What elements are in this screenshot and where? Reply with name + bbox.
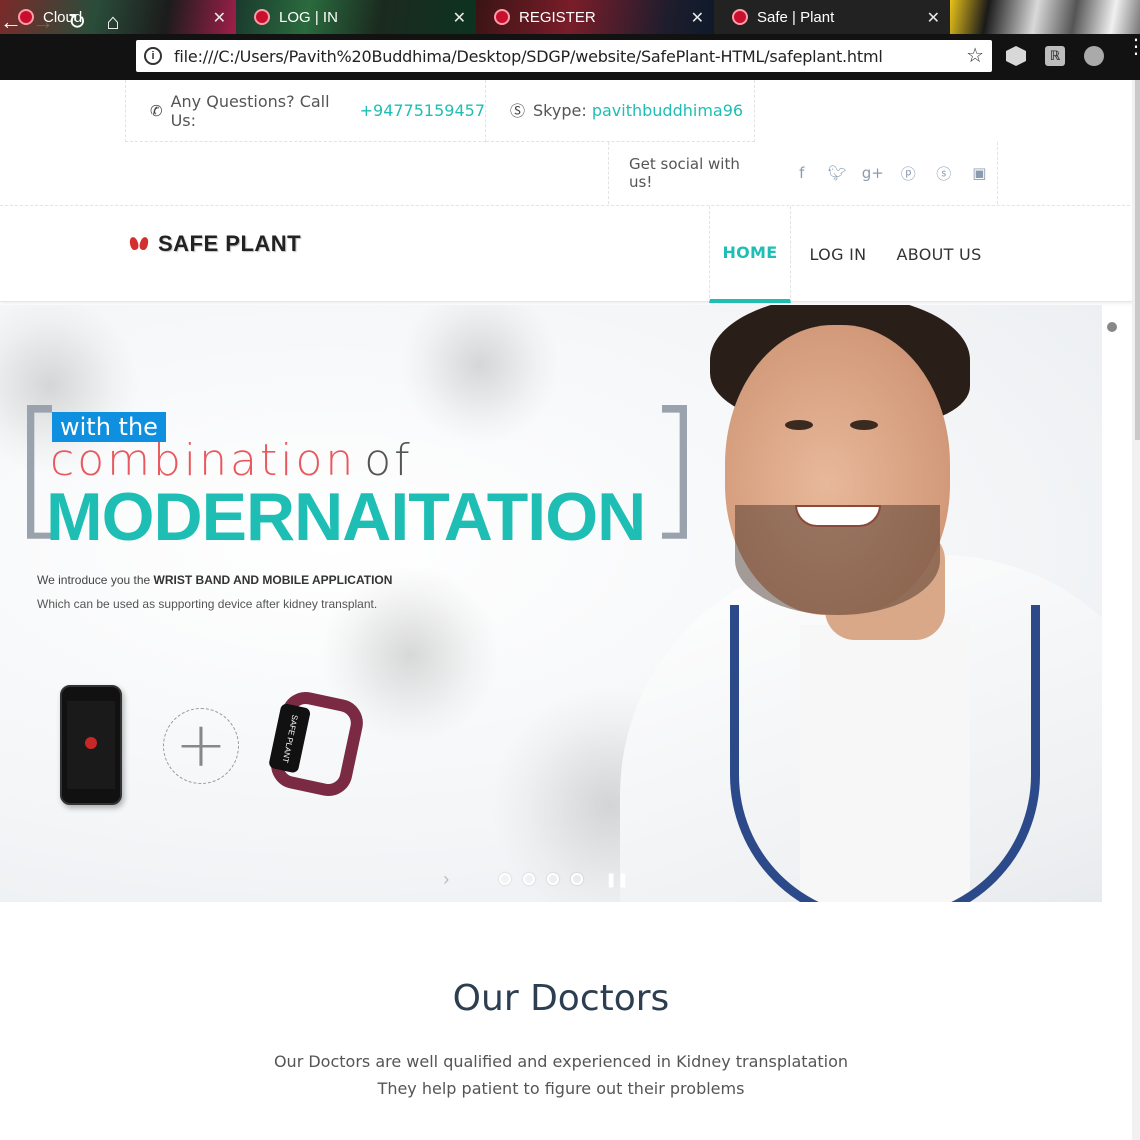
extension-icon[interactable]: ℝ xyxy=(1045,46,1065,66)
stethoscope xyxy=(730,605,1040,902)
tab-safe-plant[interactable]: Safe | Plant ✕ xyxy=(714,0,950,34)
info-icon[interactable]: i xyxy=(144,47,162,65)
main-navigation: SAFE PLANT HOME LOG IN ABOUT US xyxy=(0,205,1140,303)
menu-dots-icon[interactable]: ⋮ xyxy=(1126,37,1140,57)
side-nav-dot[interactable] xyxy=(1107,322,1117,332)
social-label: Get social with us! xyxy=(629,155,740,191)
close-icon[interactable]: ✕ xyxy=(213,8,226,28)
pinterest-icon[interactable]: ⓟ xyxy=(891,163,927,184)
scrollbar-thumb[interactable] xyxy=(1135,80,1140,440)
hero-slider[interactable]: [ ] with the combination of MODERNAITATIO… xyxy=(0,305,1102,902)
slider-pagination: › ❚❚ xyxy=(0,869,1102,889)
contact-bar: ✆ Any Questions? Call Us: +94775159457 Ⓢ… xyxy=(125,80,755,142)
back-arrow-icon[interactable]: ← xyxy=(0,9,24,35)
tab-login[interactable]: LOG | IN ✕ xyxy=(236,0,476,34)
site-logo[interactable]: SAFE PLANT xyxy=(128,231,301,257)
slider-dot[interactable] xyxy=(571,873,584,885)
slider-dot[interactable] xyxy=(523,873,536,885)
nav-item-login[interactable]: LOG IN xyxy=(791,206,885,303)
close-icon[interactable]: ✕ xyxy=(927,8,940,28)
nav-menu: HOME LOG IN ABOUT US xyxy=(709,206,993,303)
question-label: Any Questions? Call Us: xyxy=(170,91,330,130)
decor-blob xyxy=(400,305,560,445)
favicon-icon xyxy=(254,9,270,25)
address-bar[interactable]: i file:///C:/Users/Pavith%20Buddhima/Des… xyxy=(136,40,992,72)
tab-title: REGISTER xyxy=(519,8,596,26)
facebook-icon[interactable]: f xyxy=(784,164,820,182)
close-icon[interactable]: ✕ xyxy=(453,8,466,28)
hero-intro-line2: Which can be used as supporting device a… xyxy=(37,597,378,611)
description-line: They help patient to figure out their pr… xyxy=(377,1079,745,1098)
plus-icon: + xyxy=(163,708,239,784)
skype-info: Ⓢ Skype: pavithbuddhima96 xyxy=(486,80,755,142)
extension-icon[interactable] xyxy=(1084,46,1104,66)
tab-title: Safe | Plant xyxy=(757,8,835,26)
youtube-icon[interactable]: ▣ xyxy=(962,164,998,182)
new-tab-area[interactable] xyxy=(950,0,1140,34)
intro-bold: WRIST BAND AND MOBILE APPLICATION xyxy=(153,573,393,587)
kidney-icon xyxy=(128,234,150,254)
wristband-image: SAFE PLANT xyxy=(266,687,368,801)
twitter-icon[interactable]: 🐦︎ xyxy=(820,164,856,182)
skype-label: Skype: xyxy=(533,101,587,120)
star-icon[interactable]: ☆ xyxy=(966,43,984,68)
tab-title: LOG | IN xyxy=(279,8,338,26)
google-plus-icon[interactable]: g+ xyxy=(855,164,891,182)
logo-text: SAFE PLANT xyxy=(158,231,302,256)
skype-link[interactable]: pavithbuddhima96 xyxy=(592,101,743,120)
call-info: ✆ Any Questions? Call Us: +94775159457 xyxy=(125,80,486,142)
hero-intro: We introduce you the WRIST BAND AND MOBI… xyxy=(37,573,392,587)
social-bar: Get social with us! f 🐦︎ g+ ⓟ ⓢ ▣ xyxy=(608,142,998,204)
tab-register[interactable]: REGISTER ✕ xyxy=(476,0,714,34)
favicon-icon xyxy=(732,9,748,25)
slider-dot[interactable] xyxy=(547,873,560,885)
description-line: Our Doctors are well qualified and exper… xyxy=(273,1052,849,1071)
nav-item-about-us[interactable]: ABOUT US xyxy=(885,206,993,303)
forward-arrow-icon[interactable]: → xyxy=(30,9,56,35)
section-title: Our Doctors xyxy=(452,978,670,1019)
nav-item-home[interactable]: HOME xyxy=(709,206,791,303)
phone-icon: ✆ xyxy=(150,101,163,120)
close-icon[interactable]: ✕ xyxy=(691,8,704,28)
phone-image xyxy=(60,685,122,805)
phone-link[interactable]: +94775159457 xyxy=(360,101,485,120)
skype-icon: Ⓢ xyxy=(510,102,526,120)
favicon-icon xyxy=(494,9,510,25)
intro-prefix: We introduce you the xyxy=(37,573,151,587)
tab-strip: Cloud ✕ LOG | IN ✕ REGISTER ✕ Safe | Pla… xyxy=(0,0,1140,34)
reload-icon[interactable]: ↻ xyxy=(64,9,90,35)
home-icon[interactable]: ⌂ xyxy=(100,9,126,35)
band-text: SAFE PLANT xyxy=(268,702,312,774)
web-page: ✆ Any Questions? Call Us: +94775159457 Ⓢ… xyxy=(0,80,1140,1140)
section-description: Our Doctors are well qualified and exper… xyxy=(0,1048,1122,1102)
pause-icon[interactable]: ❚❚ xyxy=(605,871,628,888)
chevron-right-icon[interactable]: › xyxy=(443,869,449,890)
hero-headline: MODERNAITATION xyxy=(46,479,646,555)
url-text[interactable]: file:///C:/Users/Pavith%20Buddhima/Deskt… xyxy=(174,47,883,66)
doctor-image xyxy=(560,305,1102,902)
skype-icon[interactable]: ⓢ xyxy=(926,163,962,184)
slider-dot[interactable] xyxy=(499,873,512,885)
